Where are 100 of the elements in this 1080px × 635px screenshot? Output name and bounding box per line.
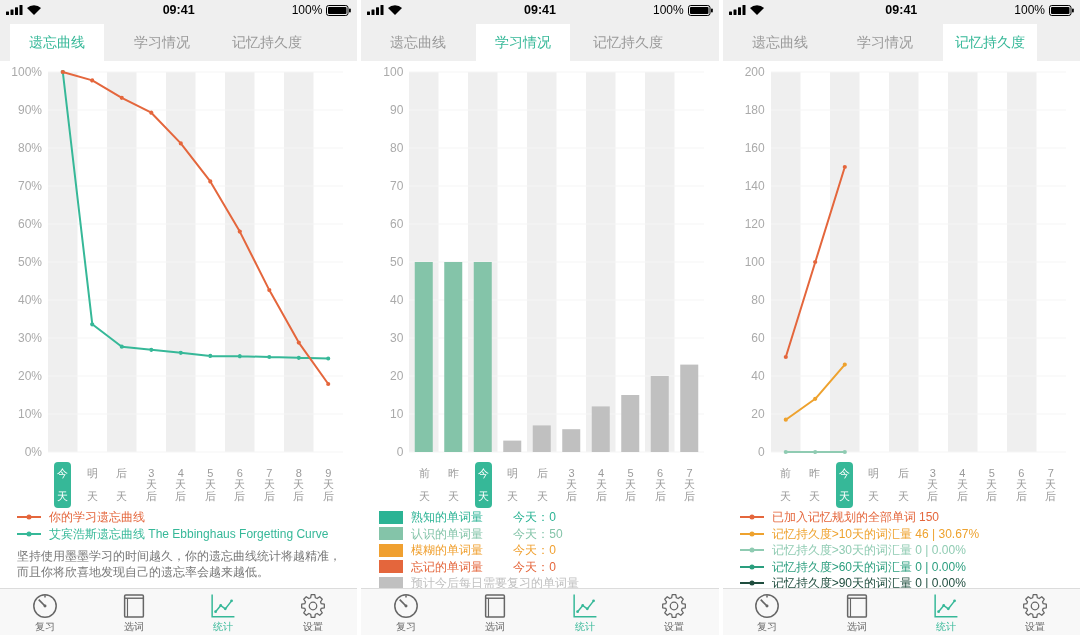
axis-label: 4天后 — [955, 467, 969, 503]
tab[interactable]: 遗忘曲线 — [371, 24, 466, 61]
tab[interactable]: 记忆持久度 — [220, 24, 314, 61]
chart-bar — [562, 429, 581, 452]
signal-icon — [6, 5, 23, 15]
tab-bar-item[interactable]: 统计 — [178, 589, 268, 635]
axis-label: 30% — [17, 331, 42, 345]
legend-label: 认识的单词量 — [411, 526, 484, 541]
axis-label: 7天后 — [1044, 467, 1058, 503]
axis-label: 80% — [17, 141, 42, 155]
axis-label: 10% — [17, 407, 42, 421]
tab-bar-item[interactable]: 复习 — [361, 589, 451, 635]
dial-icon — [755, 594, 780, 618]
legend-label: 记忆持久度>30天的词汇量 0 | 0.00% — [771, 543, 966, 558]
legend-value: 今天：0 — [513, 510, 556, 525]
axis-label: 60 — [751, 331, 765, 345]
axis-label: 80 — [751, 293, 765, 307]
tab[interactable]: 记忆持久度 — [581, 24, 676, 61]
legend-label: 艾宾浩斯遗忘曲线 The Ebbinghaus Forgetting Curve — [49, 526, 329, 541]
axis-label: 今天 — [835, 462, 853, 508]
axis-label: 6天后 — [233, 467, 247, 503]
wifi-icon — [749, 5, 764, 15]
tab-bar-item[interactable]: 设置 — [990, 589, 1080, 635]
chart-line — [783, 362, 847, 422]
status-time: 09:41 — [524, 3, 556, 17]
axis-label: 3天后 — [565, 467, 579, 503]
chart-bar — [621, 395, 640, 452]
tab[interactable]: 遗忘曲线 — [10, 24, 104, 61]
tab[interactable]: 遗忘曲线 — [732, 24, 827, 61]
notebook-icon — [122, 594, 146, 618]
axis-label: 3天后 — [144, 467, 158, 503]
legend-label: 记忆持久度>60天的词汇量 0 | 0.00% — [771, 559, 966, 574]
settings-icon — [1023, 594, 1048, 618]
axis-label: 6天后 — [653, 467, 667, 503]
tab[interactable]: 学习情况 — [476, 24, 571, 61]
axis-label: 100% — [11, 65, 42, 79]
axis-label: 后天 — [896, 466, 910, 504]
axis-label: 7天后 — [683, 467, 697, 503]
axis-label: 昨天 — [447, 466, 461, 504]
legend-label: 记忆持久度>10天的词汇量 46 | 30.67% — [771, 526, 980, 541]
battery-icon — [326, 4, 352, 16]
dial-icon — [32, 594, 57, 618]
signal-icon — [367, 5, 385, 15]
axis-label: 90% — [17, 103, 42, 117]
battery-icon — [687, 4, 713, 16]
axis-label: 160 — [744, 141, 765, 155]
battery-icon — [1049, 4, 1074, 16]
axis-label: 9天后 — [321, 467, 335, 503]
chart-line — [783, 449, 847, 455]
status-time: 09:41 — [885, 3, 918, 17]
axis-label: 4天后 — [594, 467, 608, 503]
axis-label: 20% — [17, 369, 42, 383]
axis-label: 0 — [396, 445, 404, 459]
tab-bar-item[interactable]: 复习 — [722, 589, 812, 635]
axis-label: 明天 — [85, 466, 99, 504]
tab-bar-item[interactable]: 统计 — [901, 589, 991, 635]
tab-bar-item[interactable]: 设置 — [629, 589, 719, 635]
axis-label: 3天后 — [926, 467, 940, 503]
wifi-icon — [27, 5, 41, 15]
legend-label: 已加入记忆规划的全部单词 150 — [771, 510, 939, 525]
tab[interactable]: 学习情况 — [837, 24, 932, 61]
legend-label: 忘记的单词量 — [411, 559, 484, 574]
axis-label: 20 — [389, 369, 404, 383]
axis-label: 50 — [389, 255, 404, 269]
battery-percent: 100% — [1014, 3, 1045, 17]
axis-label: 40% — [17, 293, 42, 307]
tab-bar-item[interactable]: 选词 — [812, 589, 902, 635]
tab[interactable]: 记忆持久度 — [942, 24, 1037, 61]
axis-label: 100 — [383, 65, 404, 79]
legend-label: 模糊的单词量 — [411, 543, 484, 558]
line-chart-icon — [211, 594, 236, 618]
axis-label: 前天 — [417, 466, 431, 504]
tab-bar-item[interactable]: 选词 — [89, 589, 179, 635]
tab[interactable]: 学习情况 — [115, 24, 209, 61]
signal-icon — [728, 5, 746, 15]
notebook-icon — [483, 594, 508, 618]
line-chart-icon — [933, 594, 958, 618]
axis-label: 6天后 — [1014, 467, 1028, 503]
axis-label: 180 — [744, 103, 765, 117]
tab-bar-item[interactable]: 复习 — [0, 589, 90, 635]
axis-label: 0 — [757, 445, 765, 459]
axis-label: 60 — [389, 217, 404, 231]
axis-label: 8天后 — [292, 467, 306, 503]
axis-label: 40 — [389, 293, 404, 307]
wifi-icon — [388, 5, 403, 15]
battery-percent: 100% — [652, 3, 684, 17]
tab-bar-item[interactable]: 选词 — [450, 589, 540, 635]
axis-label: 60% — [17, 217, 42, 231]
axis-label: 50% — [17, 255, 42, 269]
legend-label: 你的学习遗忘曲线 — [49, 510, 145, 525]
axis-label: 20 — [751, 407, 765, 421]
axis-label: 30 — [389, 331, 404, 345]
axis-label: 90 — [389, 103, 404, 117]
axis-label: 昨天 — [808, 466, 822, 504]
legend-label: 熟知的单词量 — [411, 510, 484, 525]
chart-bar — [503, 440, 522, 452]
axis-label: 7天后 — [262, 467, 276, 503]
tab-bar-item[interactable]: 设置 — [268, 589, 358, 635]
axis-label: 100 — [744, 255, 765, 269]
tab-bar-item[interactable]: 统计 — [540, 589, 630, 635]
